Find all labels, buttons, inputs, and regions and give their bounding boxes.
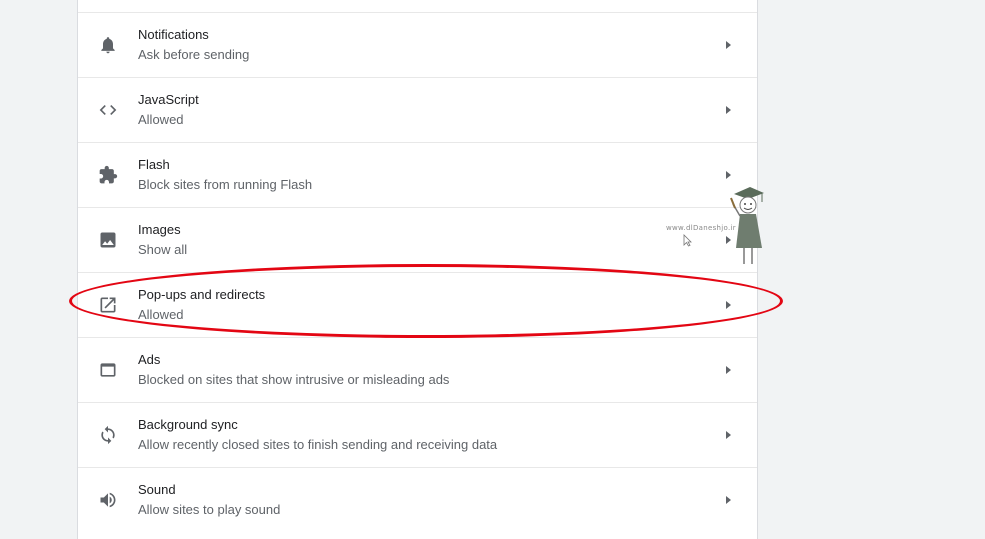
- images-setting-row[interactable]: Images Show all: [78, 207, 757, 272]
- sync-icon: [98, 425, 118, 445]
- arrow-right-icon: [724, 40, 732, 50]
- site-settings-panel: Notifications Ask before sending JavaScr…: [77, 0, 758, 539]
- arrow-right-icon: [724, 105, 732, 115]
- setting-status: Ask before sending: [138, 47, 250, 62]
- bell-icon: [98, 35, 118, 55]
- speaker-icon: [98, 490, 118, 510]
- setting-title: Notifications: [138, 27, 209, 42]
- arrow-right-icon: [724, 170, 732, 180]
- setting-status: Blocked on sites that show intrusive or …: [138, 372, 450, 387]
- setting-title: Images: [138, 222, 181, 237]
- arrow-right-icon: [724, 495, 732, 505]
- site-watermark: www.dlDaneshjo.ir: [666, 224, 736, 232]
- mouse-cursor-icon: [683, 234, 692, 247]
- browser-window-icon: [98, 360, 118, 380]
- setting-title: Ads: [138, 352, 161, 367]
- setting-status: Allowed: [138, 307, 184, 322]
- code-icon: [98, 100, 118, 120]
- arrow-right-icon: [724, 300, 732, 310]
- javascript-setting-row[interactable]: JavaScript Allowed: [78, 77, 757, 142]
- arrow-right-icon: [724, 430, 732, 440]
- setting-status: Allow recently closed sites to finish se…: [138, 437, 498, 452]
- setting-title: Pop-ups and redirects: [138, 287, 266, 302]
- setting-status: Show all: [138, 242, 188, 257]
- sound-setting-row[interactable]: Sound Allow sites to play sound: [78, 467, 757, 532]
- open-in-new-icon: [98, 295, 118, 315]
- puzzle-icon: [98, 165, 118, 185]
- arrow-right-icon: [724, 365, 732, 375]
- background-sync-setting-row[interactable]: Background sync Allow recently closed si…: [78, 402, 757, 467]
- notifications-setting-row[interactable]: Notifications Ask before sending: [78, 12, 757, 77]
- setting-title: Flash: [138, 157, 170, 172]
- setting-status: Allowed: [138, 112, 184, 127]
- setting-title: Sound: [138, 482, 176, 497]
- popups-redirects-setting-row[interactable]: Pop-ups and redirects Allowed: [78, 272, 757, 337]
- image-icon: [98, 230, 118, 250]
- graduate-mascot-watermark: [728, 182, 768, 266]
- setting-title: Background sync: [138, 417, 238, 432]
- setting-status: Block sites from running Flash: [138, 177, 313, 192]
- setting-status: Allow sites to play sound: [138, 502, 281, 517]
- setting-title: JavaScript: [138, 92, 199, 107]
- ads-setting-row[interactable]: Ads Blocked on sites that show intrusive…: [78, 337, 757, 402]
- flash-setting-row[interactable]: Flash Block sites from running Flash: [78, 142, 757, 207]
